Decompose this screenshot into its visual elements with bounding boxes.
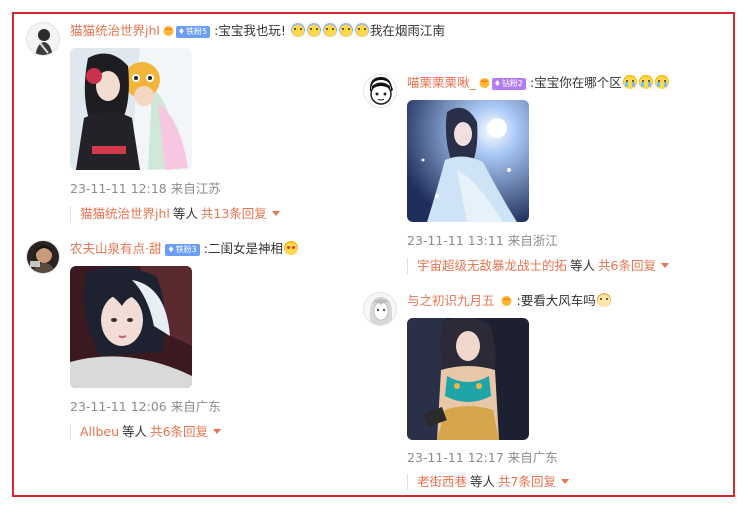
username[interactable]: 与之初识九月五 xyxy=(407,293,495,308)
comment-timestamp: 23-11-11 13:11 来自浙江 xyxy=(407,233,558,248)
cry-emoji xyxy=(622,75,637,89)
comment-timestamp: 23-11-11 12:06 来自广东 xyxy=(70,399,221,414)
comment-card: 喵栗栗栗啾_ ♦钻粉2 :宝宝你在哪个区 23-11-11 13:11 来自浙江 … xyxy=(363,74,723,279)
fan-badge[interactable]: ♦铁粉5 xyxy=(175,26,211,38)
reply-etc: 等人 xyxy=(470,474,496,489)
reply-username[interactable]: 宇宙超级无敌暴龙战士的拓 xyxy=(417,258,567,273)
reply-etc: 等人 xyxy=(570,258,596,273)
comment-header: 农夫山泉有点·甜 ♦铁粉3 :二闺女是神相 xyxy=(70,240,299,258)
comment-text: :要看大风车吗 xyxy=(516,293,596,308)
fan-badge[interactable]: ♦钻粉2 xyxy=(491,78,527,90)
hold-emoji xyxy=(354,23,369,37)
comment-image[interactable] xyxy=(70,266,192,388)
comment-image[interactable] xyxy=(407,100,529,222)
comment-image[interactable] xyxy=(407,318,529,440)
comment-text: :二闺女是神相 xyxy=(203,241,283,256)
reply-etc: 等人 xyxy=(172,206,198,221)
fan-crown-icon xyxy=(478,75,491,88)
comment-text: :宝宝我也玩! xyxy=(214,23,286,38)
reply-count-link[interactable]: 共6条回复 xyxy=(598,258,656,273)
avatar[interactable] xyxy=(26,22,60,56)
cry-emoji xyxy=(638,75,653,89)
avatar[interactable] xyxy=(363,74,397,108)
reply-count-link[interactable]: 共13条回复 xyxy=(201,206,267,221)
hold-emoji xyxy=(306,23,321,37)
hold-emoji xyxy=(338,23,353,37)
reply-summary[interactable]: 宇宙超级无敌暴龙战士的拓 等人 共6条回复 xyxy=(407,258,669,274)
love-emoji xyxy=(283,241,298,255)
reply-summary[interactable]: Allbeu 等人 共6条回复 xyxy=(70,424,222,440)
avatar[interactable] xyxy=(363,292,397,326)
cry-emoji xyxy=(654,75,669,89)
fan-crown-icon xyxy=(162,23,175,36)
chevron-down-icon[interactable] xyxy=(660,263,669,268)
reply-username[interactable]: 猫猫统治世界jhl xyxy=(80,206,170,221)
reply-summary[interactable]: 老街西巷 等人 共7条回复 xyxy=(407,474,569,490)
username[interactable]: 猫猫统治世界jhl xyxy=(70,23,160,38)
hold-emoji xyxy=(322,23,337,37)
chevron-down-icon[interactable] xyxy=(271,211,280,216)
reply-summary[interactable]: 猫猫统治世界jhl 等人 共13条回复 xyxy=(70,206,280,222)
comment-image[interactable] xyxy=(70,48,192,170)
reply-count-link[interactable]: 共7条回复 xyxy=(498,474,556,489)
comment-text: :宝宝你在哪个区 xyxy=(530,75,622,90)
avatar[interactable] xyxy=(26,240,60,274)
comment-header: 与之初识九月五 :要看大风车吗 xyxy=(407,292,612,310)
comment-timestamp: 23-11-11 12:18 来自江苏 xyxy=(70,181,221,196)
cat-emoji xyxy=(596,293,611,307)
comment-text-tail: 我在烟雨江南 xyxy=(369,23,445,38)
reply-count-link[interactable]: 共6条回复 xyxy=(150,424,208,439)
username[interactable]: 农夫山泉有点·甜 xyxy=(70,241,161,256)
reply-username[interactable]: Allbeu xyxy=(80,424,119,439)
fan-badge[interactable]: ♦铁粉3 xyxy=(165,244,200,256)
comment-card: 与之初识九月五 :要看大风车吗 23-11-11 12:17 来自广东 老街西巷… xyxy=(363,292,703,497)
hold-emoji xyxy=(290,23,305,37)
comment-header: 喵栗栗栗啾_ ♦钻粉2 :宝宝你在哪个区 xyxy=(407,74,670,92)
comment-card: 农夫山泉有点·甜 ♦铁粉3 :二闺女是神相 23-11-11 12:06 来自广东… xyxy=(26,240,346,445)
comment-timestamp: 23-11-11 12:17 来自广东 xyxy=(407,450,558,465)
chevron-down-icon[interactable] xyxy=(560,479,569,484)
reply-etc: 等人 xyxy=(122,424,148,439)
reply-username[interactable]: 老街西巷 xyxy=(417,474,467,489)
fan-crown-icon xyxy=(500,293,513,306)
chevron-down-icon[interactable] xyxy=(213,429,222,434)
username[interactable]: 喵栗栗栗啾_ xyxy=(407,75,476,90)
comment-header: 猫猫统治世界jhl ♦铁粉5 :宝宝我也玩! 我在烟雨江南 xyxy=(70,22,445,40)
